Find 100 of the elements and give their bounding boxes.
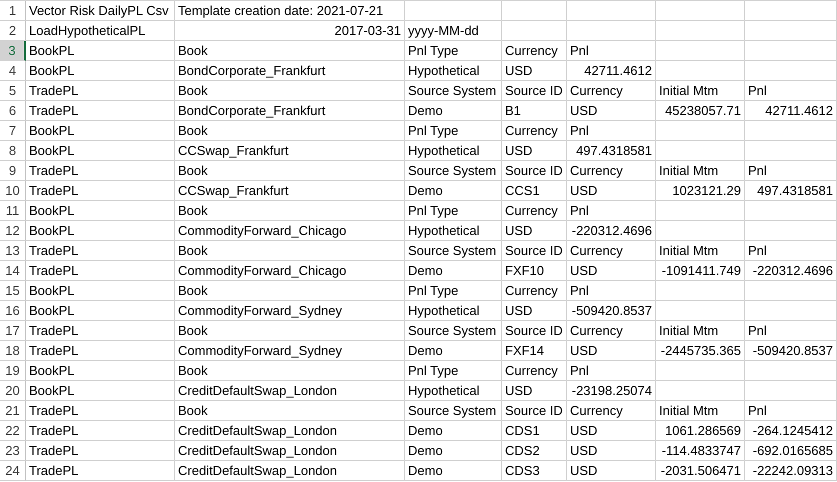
table-cell: Initial Mtm [656,321,745,341]
table-cell: TradePL [26,461,175,481]
table-cell: TradePL [26,241,175,261]
row-header[interactable]: 6 [0,101,26,121]
table-cell: Pnl Type [405,41,502,61]
table-cell: Currency [502,41,567,61]
row-header[interactable]: 7 [0,121,26,141]
table-cell: Source System [405,81,502,101]
table-cell: CommodityForward_Sydney [175,341,405,361]
row-header[interactable]: 10 [0,181,26,201]
table-cell: Pnl [567,361,656,381]
table-cell: 42711.4612 [567,61,656,81]
row-header[interactable]: 18 [0,341,26,361]
table-cell: TradePL [26,181,175,201]
table-cell: Hypothetical [405,141,502,161]
row-header[interactable]: 23 [0,441,26,461]
table-cell: Hypothetical [405,381,502,401]
row-header[interactable]: 15 [0,281,26,301]
table-cell: Source ID [502,321,567,341]
table-cell: TradePL [26,341,175,361]
table-cell: -220312.4696 [567,221,656,241]
table-cell: -2031.506471 [656,461,745,481]
table-cell: BookPL [26,281,175,301]
table-cell: BookPL [26,221,175,241]
table-cell: CDS1 [502,421,567,441]
table-cell: TradePL [26,441,175,461]
table-cell: Template creation date: 2021-07-21 [175,1,405,21]
table-cell: USD [567,101,656,121]
table-cell: Currency [567,401,656,421]
empty-cell [502,21,567,41]
table-cell: Source ID [502,81,567,101]
table-cell: Pnl Type [405,361,502,381]
row-header[interactable]: 22 [0,421,26,441]
table-cell: 2017-03-31 [175,21,405,41]
table-cell: Pnl Type [405,121,502,141]
table-cell: -1091411.749 [656,261,745,281]
table-cell: Demo [405,261,502,281]
row-header[interactable]: 11 [0,201,26,221]
table-cell: USD [567,461,656,481]
table-cell: Demo [405,101,502,121]
table-cell: -509420.8537 [567,301,656,321]
row-header[interactable]: 14 [0,261,26,281]
table-cell: TradePL [26,261,175,281]
row-header[interactable]: 5 [0,81,26,101]
table-cell: Book [175,81,405,101]
table-cell: TradePL [26,161,175,181]
row-header[interactable]: 24 [0,461,26,481]
table-cell: BookPL [26,41,175,61]
table-cell: USD [567,441,656,461]
table-cell: Book [175,41,405,61]
table-cell: USD [502,141,567,161]
row-header[interactable]: 20 [0,381,26,401]
table-cell: Book [175,201,405,221]
table-cell: -509420.8537 [745,341,837,361]
table-cell: CreditDefaultSwap_London [175,441,405,461]
table-cell: USD [502,381,567,401]
table-cell: Source System [405,161,502,181]
table-cell: USD [502,61,567,81]
table-cell: Book [175,361,405,381]
table-cell: -2445735.365 [656,341,745,361]
table-cell: Book [175,241,405,261]
table-cell: TradePL [26,81,175,101]
row-header[interactable]: 21 [0,401,26,421]
row-header[interactable]: 16 [0,301,26,321]
row-header[interactable]: 17 [0,321,26,341]
table-cell: Initial Mtm [656,401,745,421]
row-header[interactable]: 3 [0,41,26,61]
table-cell: CreditDefaultSwap_London [175,461,405,481]
table-cell: Pnl [567,121,656,141]
table-cell: Source System [405,241,502,261]
table-cell: BookPL [26,381,175,401]
row-header[interactable]: 12 [0,221,26,241]
table-cell: CreditDefaultSwap_London [175,381,405,401]
table-cell: Demo [405,421,502,441]
table-cell: Pnl Type [405,201,502,221]
row-header[interactable]: 8 [0,141,26,161]
table-cell: BookPL [26,361,175,381]
table-cell: CCS1 [502,181,567,201]
table-cell: Pnl [567,281,656,301]
table-cell: Source ID [502,401,567,421]
table-cell: CCSwap_Frankfurt [175,181,405,201]
row-header[interactable]: 1 [0,1,26,21]
table-cell: Source System [405,401,502,421]
table-cell: -114.4833747 [656,441,745,461]
row-header[interactable]: 4 [0,61,26,81]
row-header[interactable]: 9 [0,161,26,181]
row-header[interactable]: 19 [0,361,26,381]
table-cell: Pnl [745,161,837,181]
row-header[interactable]: 2 [0,21,26,41]
table-cell: BondCorporate_Frankfurt [175,101,405,121]
table-cell: CommodityForward_Sydney [175,301,405,321]
table-cell: Initial Mtm [656,161,745,181]
row-header[interactable]: 13 [0,241,26,261]
table-cell: Currency [502,281,567,301]
table-cell: Book [175,161,405,181]
table-cell: Vector Risk DailyPL Csv [26,1,175,21]
table-cell: CreditDefaultSwap_London [175,421,405,441]
table-cell: -22242.09313 [745,461,837,481]
table-cell: TradePL [26,401,175,421]
table-cell: -692.0165685 [745,441,837,461]
